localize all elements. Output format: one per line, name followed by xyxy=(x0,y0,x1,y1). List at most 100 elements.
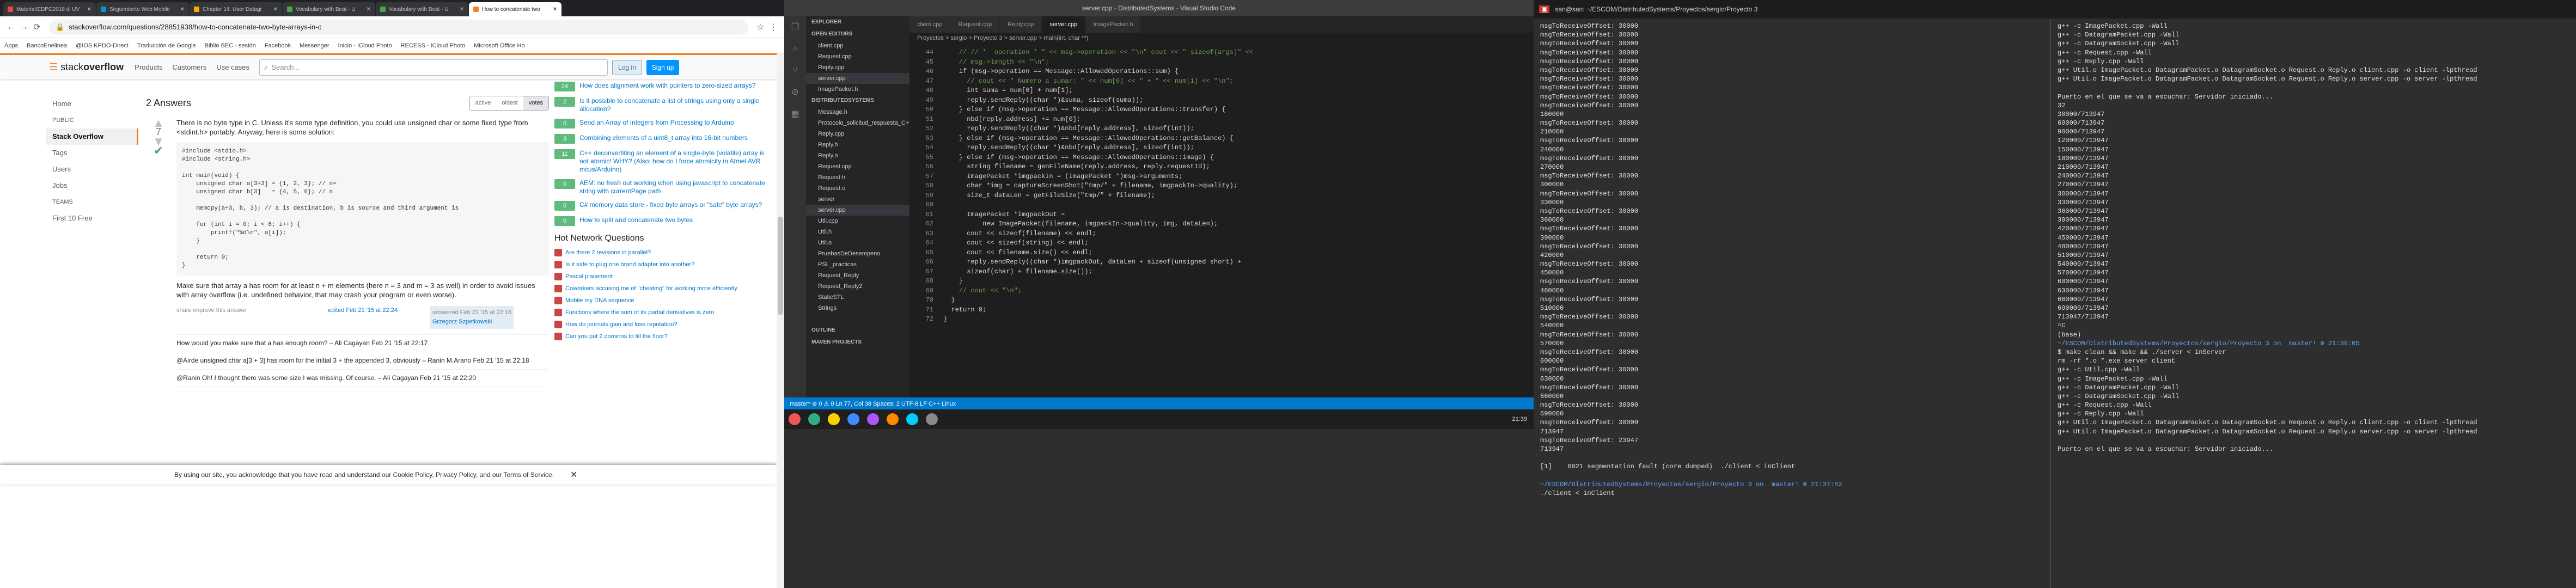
login-button[interactable]: Log in xyxy=(612,59,642,75)
editor-tab[interactable]: server.cpp xyxy=(1042,16,1086,33)
so-nav-item[interactable]: Customers xyxy=(172,63,206,71)
file-item[interactable]: Protocolo_solicitud_respuesta_C++_ver xyxy=(806,118,909,128)
close-icon[interactable]: ✕ xyxy=(460,7,464,13)
related-link[interactable]: C# memory data store - fixed byte arrays… xyxy=(579,201,762,211)
close-icon[interactable]: ✕ xyxy=(553,7,557,13)
related-link[interactable]: Is it possible to concatenate a list of … xyxy=(579,97,772,113)
open-editor-item[interactable]: ImagePacket.h xyxy=(806,84,909,95)
signup-button[interactable]: Sign up xyxy=(646,59,680,75)
app-icon[interactable] xyxy=(887,413,899,425)
edited-info[interactable]: edited Feb 21 '15 at 22:24 xyxy=(328,306,397,329)
so-nav-item[interactable]: Products xyxy=(135,63,162,71)
left-nav-item[interactable]: TEAMS xyxy=(46,194,138,210)
so-search-input[interactable]: ⌕ Search... xyxy=(259,59,608,76)
file-item[interactable]: PruebasDeDesempeno xyxy=(806,248,909,259)
reload-icon[interactable]: ⟳ xyxy=(30,22,44,33)
browser-tab[interactable]: Vocabulary with Beat - U ✕ xyxy=(283,2,375,16)
pane-divider[interactable] xyxy=(2050,19,2051,588)
hot-question[interactable]: Are there 2 revisions in parallel? xyxy=(554,249,772,256)
related-question[interactable]: 0 C# memory data store - fixed byte array… xyxy=(554,201,772,211)
so-nav-item[interactable]: Use cases xyxy=(216,63,249,71)
file-item[interactable]: StaticSTL xyxy=(806,292,909,303)
left-nav-item[interactable]: Users xyxy=(46,161,138,177)
hot-question[interactable]: Mobile my DNA sequence xyxy=(554,297,772,304)
file-item[interactable]: Reply.h xyxy=(806,139,909,150)
forward-icon[interactable]: → xyxy=(17,22,30,32)
close-icon[interactable]: ✕ xyxy=(367,7,371,13)
related-question[interactable]: 3 Combining elements of a uint8_t array i… xyxy=(554,134,772,144)
editor-tab[interactable]: client.cpp xyxy=(909,16,951,33)
file-item[interactable]: Request_Reply2 xyxy=(806,281,909,292)
browser-tab[interactable]: Seguimiento Web Mobile ✕ xyxy=(96,2,189,16)
related-link[interactable]: Send an Array of Integers from Processin… xyxy=(579,119,734,128)
star-icon[interactable]: ☆ xyxy=(754,22,767,33)
files-icon[interactable]: ❐ xyxy=(784,16,806,38)
browser-tab[interactable]: Material/EDPG2018 di UV ✕ xyxy=(3,2,96,16)
open-editor-item[interactable]: Request.cpp xyxy=(806,51,909,62)
related-link[interactable]: C++ deconvertiting an element of a singl… xyxy=(579,149,772,174)
file-item[interactable]: Request_Reply xyxy=(806,270,909,281)
bookmark-item[interactable]: @IOS KPDO-Direct xyxy=(76,42,129,49)
folder-header[interactable]: DISTRIBUTEDSYSTEMS xyxy=(806,95,909,107)
debug-icon[interactable]: ⊘ xyxy=(784,82,806,103)
open-editor-item[interactable]: server.cpp xyxy=(806,73,909,84)
related-question[interactable]: 0 How to split and concatenate two bytes xyxy=(554,216,772,226)
browser-tab[interactable]: Chapter 14. User Datagr ✕ xyxy=(190,2,282,16)
bookmark-item[interactable]: Traducción de Google xyxy=(137,42,196,49)
hot-link[interactable]: Are there 2 revisions in parallel? xyxy=(565,249,651,256)
hot-question[interactable]: Is it safe to plug one brand adapter int… xyxy=(554,261,772,268)
open-editors-header[interactable]: OPEN EDITORS xyxy=(806,28,909,40)
editor-tab[interactable]: Request.cpp xyxy=(950,16,1000,33)
left-nav-item[interactable]: Stack Overflow xyxy=(46,128,138,145)
file-item[interactable]: PSL_practicas xyxy=(806,259,909,270)
close-icon[interactable]: ✕ xyxy=(87,7,91,13)
so-logo[interactable]: ☰ stackoverflow xyxy=(49,62,124,73)
file-item[interactable]: Util.o xyxy=(806,237,909,248)
terminal-pane-left[interactable]: msgToReceiveOffset: 30000 msgToReceiveOff… xyxy=(1540,22,2047,498)
bookmark-item[interactable]: Microsoft Office Ho xyxy=(474,42,524,49)
related-question[interactable]: 11 C++ deconvertiting an element of a sin… xyxy=(554,149,772,174)
bookmark-item[interactable]: BancoEnelinea xyxy=(27,42,67,49)
related-question[interactable]: 0 AEM: no fresh out working when using ja… xyxy=(554,179,772,195)
outline-header[interactable]: OUTLINE xyxy=(806,324,909,336)
bookmark-item[interactable]: Biblio BEC - sesión xyxy=(205,42,256,49)
browser-tab[interactable]: Vocabulary with Beat - U ✕ xyxy=(376,2,468,16)
related-link[interactable]: Combining elements of a uint8_t array in… xyxy=(579,134,748,144)
hot-question[interactable]: Pascal placement xyxy=(554,273,772,280)
hot-question[interactable]: Coworkers accusing me of "cheating" for … xyxy=(554,285,772,292)
hot-link[interactable]: Can you put 2 dominos to fill the floor? xyxy=(565,333,668,340)
open-editor-item[interactable]: Reply.cpp xyxy=(806,62,909,73)
scroll-thumb[interactable] xyxy=(778,217,783,315)
left-nav-item[interactable]: Jobs xyxy=(46,177,138,194)
hot-link[interactable]: Coworkers accusing me of "cheating" for … xyxy=(565,285,737,292)
address-bar[interactable]: 🔒 stackoverflow.com/questions/28851938/h… xyxy=(49,19,748,35)
close-icon[interactable]: ✕ xyxy=(570,469,577,480)
related-question[interactable]: 24 How does alignment work with pointers … xyxy=(554,82,772,91)
file-item[interactable]: Request.o xyxy=(806,183,909,194)
close-icon[interactable]: ✕ xyxy=(180,7,185,13)
sort-tab[interactable]: active xyxy=(470,96,497,110)
app-icon[interactable] xyxy=(906,413,918,425)
file-item[interactable]: Request.cpp xyxy=(806,161,909,172)
editor-tab[interactable]: Reply.cpp xyxy=(1000,16,1042,33)
app-icon[interactable] xyxy=(789,413,801,425)
hot-question[interactable]: Functions where the sum of its partial d… xyxy=(554,309,772,316)
related-link[interactable]: How to split and concatenate two bytes xyxy=(579,216,693,226)
bookmark-item[interactable]: RECESS - ICloud Photo xyxy=(401,42,466,49)
post-links[interactable]: share improve this answer xyxy=(176,306,246,329)
hot-link[interactable]: Is it safe to plug one brand adapter int… xyxy=(565,261,694,268)
related-link[interactable]: AEM: no fresh out working when using jav… xyxy=(579,179,772,195)
bookmark-item[interactable]: Messenger xyxy=(300,42,329,49)
menu-icon[interactable]: ⋮ xyxy=(767,22,780,33)
file-item[interactable]: Message.h xyxy=(806,107,909,118)
related-question[interactable]: 0 Send an Array of Integers from Processi… xyxy=(554,119,772,128)
left-nav-item[interactable]: Tags xyxy=(46,145,138,161)
app-icon[interactable] xyxy=(847,413,859,425)
file-item[interactable]: Util.cpp xyxy=(806,216,909,226)
back-icon[interactable]: ← xyxy=(4,22,17,32)
file-item[interactable]: Util.h xyxy=(806,226,909,237)
app-icon[interactable] xyxy=(828,413,840,425)
related-link[interactable]: How does alignment work with pointers to… xyxy=(579,82,755,91)
bookmark-item[interactable]: Apps xyxy=(4,42,18,49)
file-item[interactable]: Reply.o xyxy=(806,150,909,161)
